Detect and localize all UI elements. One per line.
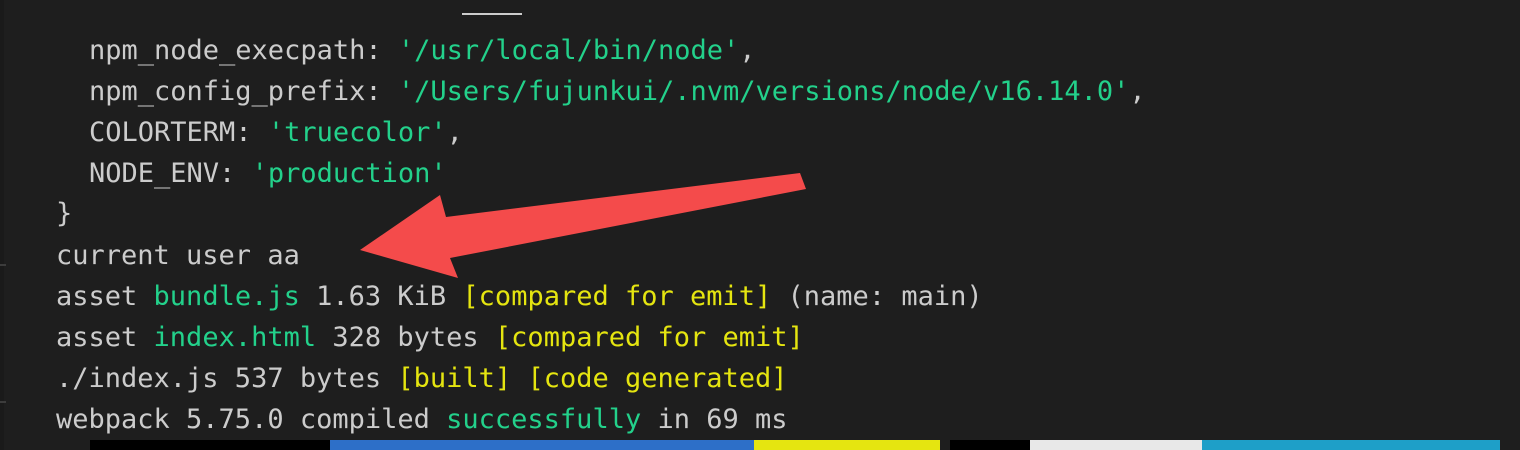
closing-brace: } <box>56 198 73 229</box>
scroll-indicator <box>462 13 522 15</box>
env-key: npm_node_execpath <box>89 35 366 66</box>
asset-label: asset <box>56 281 154 312</box>
env-line-node-env: NODE_ENV: 'production' <box>89 154 447 194</box>
chunk-name: (name: main) <box>771 281 983 312</box>
asset-size: 1.63 KiB <box>299 281 463 312</box>
gutter-mark <box>0 264 6 266</box>
current-user-line: current user aa <box>56 240 300 271</box>
separator: : <box>365 76 398 107</box>
env-value: 'truecolor' <box>267 117 447 148</box>
env-value: '/usr/local/bin/node' <box>397 35 740 66</box>
prompt-segment <box>330 440 754 450</box>
asset-filename: index.html <box>153 322 317 353</box>
comma: , <box>739 35 756 66</box>
module-info: ./index.js 537 bytes <box>56 363 398 394</box>
left-gutter <box>0 0 4 450</box>
webpack-compiled-line: webpack 5.75.0 compiled successfully in … <box>56 400 788 440</box>
env-line-colorterm: COLORTERM: 'truecolor', <box>89 113 463 153</box>
comma: , <box>1129 76 1146 107</box>
env-key: npm_config_prefix <box>89 76 366 107</box>
comma: , <box>446 117 463 148</box>
code-generated-tag: [code generated] <box>527 363 788 394</box>
prompt-segment <box>754 440 940 450</box>
separator: : <box>235 117 268 148</box>
separator: : <box>365 35 398 66</box>
gutter-mark <box>0 401 6 403</box>
compile-time: in 69 ms <box>641 404 788 435</box>
asset-filename: bundle.js <box>153 281 300 312</box>
env-value: '/Users/fujunkui/.nvm/versions/node/v16.… <box>397 76 1130 107</box>
prompt-segment <box>90 440 330 450</box>
env-key: NODE_ENV <box>89 158 220 189</box>
module-index-js-line: ./index.js 537 bytes [built] [code gener… <box>56 359 788 399</box>
asset-size: 328 bytes <box>316 322 495 353</box>
separator: : <box>219 158 252 189</box>
env-value: 'production' <box>251 158 447 189</box>
asset-bundle-line: asset bundle.js 1.63 KiB [compared for e… <box>56 277 983 317</box>
shell-prompt-bar <box>90 440 1500 450</box>
asset-index-html-line: asset index.html 328 bytes [compared for… <box>56 318 804 358</box>
prompt-segment <box>950 440 1030 450</box>
env-key: COLORTERM <box>89 117 236 148</box>
compile-prefix: webpack 5.75.0 compiled <box>56 404 447 435</box>
terminal-output[interactable]: npm_node_execpath: '/usr/local/bin/node'… <box>0 0 1520 450</box>
asset-label: asset <box>56 322 154 353</box>
built-tag: [built] <box>397 363 512 394</box>
compared-tag: [compared for emit] <box>462 281 772 312</box>
prompt-segment <box>1030 440 1202 450</box>
success-word: successfully <box>446 404 642 435</box>
env-line-npm-node-execpath: npm_node_execpath: '/usr/local/bin/node'… <box>89 31 756 71</box>
compared-tag: [compared for emit] <box>494 322 804 353</box>
prompt-segment <box>1202 440 1500 450</box>
env-line-npm-config-prefix: npm_config_prefix: '/Users/fujunkui/.nvm… <box>89 72 1146 112</box>
